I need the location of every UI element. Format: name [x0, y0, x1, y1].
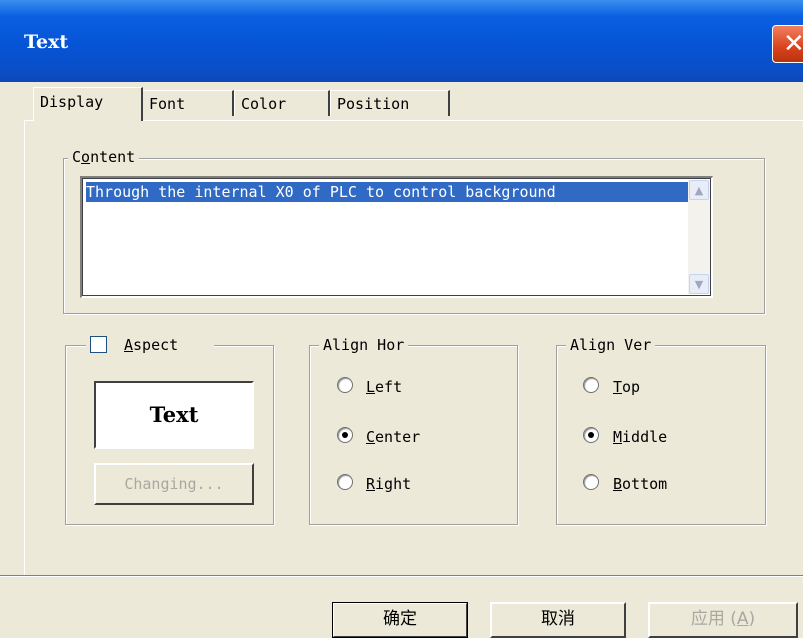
chevron-up-icon: ▲	[694, 184, 704, 197]
chevron-down-icon: ▼	[694, 278, 704, 291]
tab-display-label: Display	[40, 93, 104, 111]
content-legend: Content	[68, 148, 140, 166]
radio-middle[interactable]	[583, 427, 599, 443]
tab-font-label: Font	[149, 95, 186, 113]
radio-left-label[interactable]: Left	[366, 378, 402, 396]
radio-top-label[interactable]: Top	[613, 378, 640, 396]
aspect-preview: Text	[94, 381, 254, 449]
content-scrollbar[interactable]: ▲ ▼	[688, 180, 710, 294]
align-hor-legend: Align Hor	[319, 336, 409, 354]
radio-left[interactable]	[337, 377, 353, 393]
radio-middle-label[interactable]: Middle	[613, 428, 667, 446]
radio-top[interactable]	[583, 377, 599, 393]
tab-display[interactable]: Display	[33, 87, 143, 121]
aspect-checkbox[interactable]	[90, 336, 107, 353]
tab-font[interactable]: Font	[142, 90, 234, 116]
radio-right[interactable]	[337, 474, 353, 490]
radio-bottom-label[interactable]: Bottom	[613, 475, 667, 493]
footer-separator	[0, 575, 803, 577]
apply-button[interactable]: 应用 (A)	[648, 602, 798, 638]
radio-bottom[interactable]	[583, 474, 599, 490]
align-ver-legend: Align Ver	[566, 336, 656, 354]
title-bar: Text ✕	[0, 0, 803, 82]
tab-color[interactable]: Color	[234, 90, 330, 116]
content-textarea[interactable]: Through the internal X0 of PLC to contro…	[80, 176, 713, 298]
aspect-label[interactable]: Aspect	[124, 336, 178, 354]
scroll-up-button[interactable]: ▲	[689, 180, 709, 200]
close-icon: ✕	[783, 29, 803, 59]
tab-position[interactable]: Position	[330, 90, 450, 116]
radio-right-label[interactable]: Right	[366, 475, 411, 493]
ok-button[interactable]: 确定	[332, 602, 468, 638]
content-text-selection: Through the internal X0 of PLC to contro…	[86, 182, 707, 202]
close-button[interactable]: ✕	[772, 25, 803, 63]
tab-color-label: Color	[241, 95, 287, 113]
tab-position-label: Position	[337, 95, 410, 113]
scroll-down-button[interactable]: ▼	[689, 274, 709, 294]
window-title: Text	[24, 31, 69, 53]
cancel-button[interactable]: 取消	[490, 602, 626, 638]
radio-center-label[interactable]: Center	[366, 428, 420, 446]
radio-center[interactable]	[337, 427, 353, 443]
changing-button[interactable]: Changing...	[94, 463, 254, 505]
